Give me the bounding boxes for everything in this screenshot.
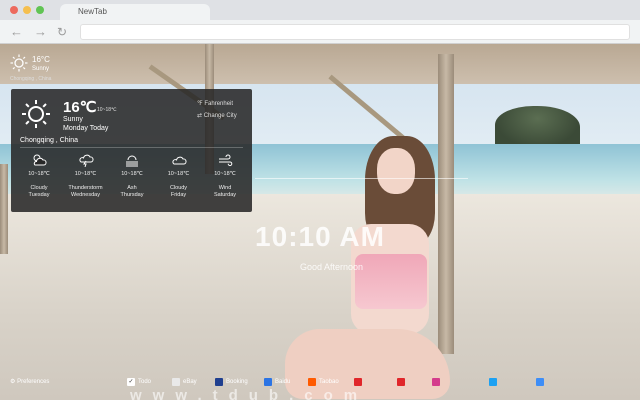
- fahrenheit-toggle[interactable]: ℉ Fahrenheit: [197, 100, 233, 107]
- bookmark-label: Todo: [138, 379, 152, 385]
- shortcut-icon: [397, 378, 405, 386]
- bookmark-label: Taobao: [319, 379, 339, 385]
- twitter-icon: [489, 378, 497, 386]
- forecast-range: 10~18℃: [214, 171, 236, 177]
- forecast-range: 10~18℃: [121, 171, 143, 177]
- change-city-link[interactable]: ⇄ Change City: [197, 112, 237, 119]
- taobao-icon: [308, 378, 316, 386]
- bookmark-messenger[interactable]: [536, 378, 544, 386]
- current-condition: Sunny: [63, 116, 83, 123]
- browser-tab[interactable]: NewTab: [60, 4, 210, 20]
- minimize-window-button[interactable]: [23, 6, 31, 14]
- forecast-weekday: Wednesday: [71, 192, 100, 198]
- preferences-label: Preferences: [17, 379, 50, 385]
- wind-icon: [219, 154, 233, 167]
- bookmark-label: Booking: [226, 379, 248, 385]
- swimsuit: [355, 254, 427, 309]
- close-window-button[interactable]: [10, 6, 18, 14]
- bookmark-baidu[interactable]: Baidu: [264, 378, 290, 386]
- bookmark-instagram[interactable]: [432, 378, 440, 386]
- gear-icon: ⚙: [10, 379, 16, 385]
- cloudy-sun-icon: [33, 154, 47, 166]
- mini-condition: Sunny: [32, 66, 50, 72]
- forecast-condition: Cloudy: [169, 185, 188, 191]
- weather-panel: 16℃ 10~18℃ Sunny Monday Today ℉ Fahrenhe…: [11, 89, 252, 212]
- shortcut-icon: [354, 378, 362, 386]
- person: [285, 114, 455, 400]
- sun-icon: [10, 54, 28, 72]
- forecast-day: 10~18℃ Cloudy Tuesday: [17, 153, 61, 199]
- bookmark-twitter[interactable]: [489, 378, 497, 386]
- browser-window: NewTab ← → ↻ 16°C Sunny Chongqing , Chin…: [0, 0, 640, 400]
- face: [377, 148, 415, 194]
- bookmark-todo[interactable]: ✓ Todo: [127, 378, 151, 386]
- bookmark-label: Baidu: [275, 379, 291, 385]
- forecast-day: 10~18℃ Thunderstorm Wednesday: [64, 153, 108, 199]
- forecast-weekday: Friday: [170, 192, 187, 198]
- mini-temp: 16°C: [32, 55, 50, 64]
- forecast-list: 10~18℃ Cloudy Tuesday 10~18℃ Thunderstor…: [17, 153, 247, 199]
- arrow-left-icon[interactable]: ←: [10, 25, 23, 39]
- sun-icon: [22, 100, 50, 128]
- island: [495, 106, 580, 148]
- mini-weather-widget[interactable]: 16°C Sunny Chongqing , China: [10, 54, 51, 82]
- baidu-icon: [264, 378, 272, 386]
- preferences-button[interactable]: ⚙ Preferences: [10, 378, 49, 385]
- greeting-text: Good Afternoon: [300, 262, 364, 272]
- maximize-window-button[interactable]: [36, 6, 44, 14]
- ebay-icon: [172, 378, 180, 386]
- arrow-right-icon[interactable]: →: [34, 25, 47, 39]
- thunderstorm-icon: [78, 154, 94, 167]
- reload-icon[interactable]: ↻: [57, 25, 67, 39]
- instagram-icon: [432, 378, 440, 386]
- window-controls: [10, 6, 44, 14]
- forecast-weekday: Tuesday: [28, 192, 50, 198]
- bookmark-label: eBay: [183, 379, 197, 385]
- forecast-day: 10~18℃ Wind Saturday: [203, 153, 247, 199]
- bookmark-ebay[interactable]: eBay: [172, 378, 197, 386]
- forecast-condition: Ash: [127, 185, 137, 191]
- forecast-weekday: Saturday: [213, 192, 236, 198]
- panel-city: Chongqing , China: [20, 137, 78, 144]
- forecast-day: 10~18℃ Ash Thursday: [110, 153, 154, 199]
- forecast-condition: Thunderstorm: [68, 185, 103, 191]
- forecast-condition: Cloudy: [30, 185, 48, 191]
- forecast-range: 10~18℃: [74, 171, 97, 177]
- forecast-range: 10~18℃: [28, 171, 50, 177]
- clock-divider: [255, 178, 468, 179]
- forecast-condition: Wind: [218, 185, 232, 191]
- clock-time: 10:10 AM: [255, 221, 385, 252]
- current-temp: 16℃: [63, 99, 97, 116]
- current-day: Monday Today: [63, 125, 109, 132]
- forecast-range: 10~18℃: [167, 171, 190, 177]
- ash-icon: [126, 155, 138, 167]
- bookmark-shortcut[interactable]: [354, 378, 362, 386]
- forecast-weekday: Thursday: [120, 192, 144, 198]
- watermark: www.tdub.com: [130, 387, 369, 400]
- cloud-icon: [171, 156, 187, 165]
- title-bar: NewTab: [0, 0, 640, 20]
- messenger-icon: [536, 378, 544, 386]
- booking-icon: [215, 378, 223, 386]
- divider: [20, 147, 243, 148]
- mini-city: Chongqing , China: [10, 76, 52, 82]
- address-bar[interactable]: [80, 24, 630, 40]
- bookmark-taobao[interactable]: Taobao: [308, 378, 339, 386]
- tab-title: NewTab: [78, 7, 107, 16]
- current-range: 10~18℃: [97, 107, 117, 113]
- browser-toolbar: ← → ↻: [0, 20, 640, 44]
- hut-roof: [0, 44, 640, 84]
- bookmark-booking[interactable]: Booking: [215, 378, 248, 386]
- check-icon: ✓: [127, 378, 135, 386]
- forecast-day: 10~18℃ Cloudy Friday: [157, 153, 201, 199]
- bookmark-shortcut[interactable]: [397, 378, 405, 386]
